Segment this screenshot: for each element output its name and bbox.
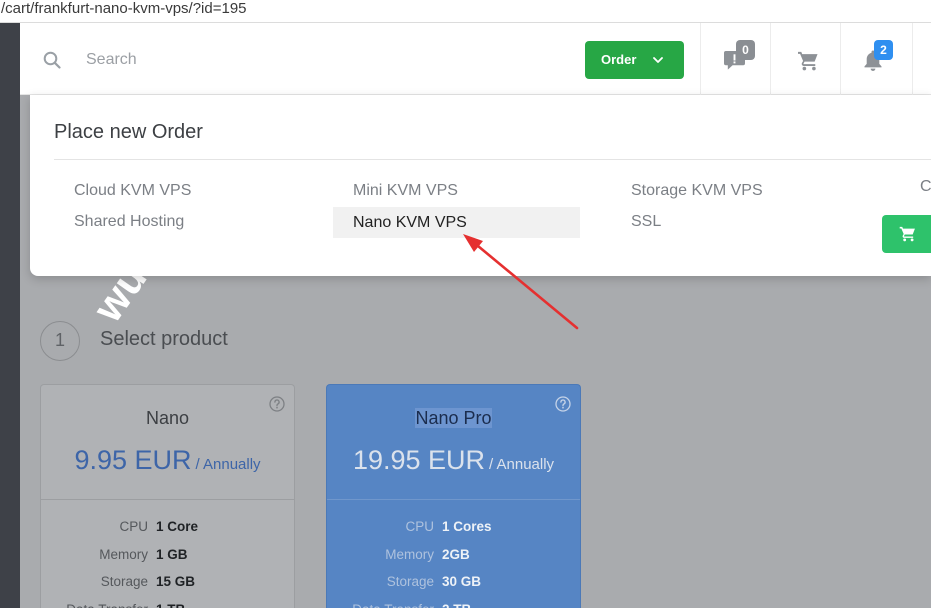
order-dropdown-menu: Place new Order Cloud KVM VPS Shared Hos…: [30, 95, 931, 276]
cart-icon: [899, 226, 915, 242]
menu-item-ssl[interactable]: SSL: [631, 213, 661, 231]
spec-row-cpu: CPU 1 Cores: [327, 518, 580, 536]
notifications-button[interactable]: 2: [840, 23, 912, 95]
spec-value: 2GB: [442, 547, 470, 562]
header-separator: [912, 23, 913, 95]
spec-label: CPU: [405, 519, 434, 534]
spec-value: 2 TB: [442, 601, 471, 608]
menu-item-cloud-kvm-vps[interactable]: Cloud KVM VPS: [74, 182, 191, 200]
messages-button[interactable]: 0: [700, 23, 770, 95]
cart-icon: [798, 51, 818, 71]
product-card-nano[interactable]: Nano 9.95 EUR / Annually CPU 1 Core Memo…: [40, 384, 295, 608]
address-url: /cart/frankfurt-nano-kvm-vps/?id=195: [1, 0, 247, 17]
order-button[interactable]: Order: [585, 41, 684, 79]
menu-item-storage-kvm-vps[interactable]: Storage KVM VPS: [631, 182, 763, 200]
order-button-label: Order: [601, 52, 637, 67]
messages-badge: 0: [736, 40, 755, 60]
screen: /cart/frankfurt-nano-kvm-vps/?id=195 Ord…: [0, 0, 931, 608]
top-header: Order 0: [20, 23, 931, 95]
spec-value: 1 TB: [156, 601, 185, 608]
spec-value: 1 GB: [156, 547, 188, 562]
spec-value: 30 GB: [442, 574, 482, 589]
card-divider: [327, 499, 580, 500]
spec-row-storage: Storage 15 GB: [41, 573, 294, 591]
spec-row-storage: Storage 30 GB: [327, 573, 580, 591]
step-number: 1: [40, 321, 80, 361]
spec-value: 1 Cores: [442, 519, 492, 534]
spec-label: CPU: [119, 519, 148, 534]
menu-item-mini-kvm-vps[interactable]: Mini KVM VPS: [353, 182, 458, 200]
cart-button[interactable]: [770, 23, 840, 95]
product-name-text: Nano Pro: [415, 408, 492, 428]
address-bar[interactable]: /cart/frankfurt-nano-kvm-vps/?id=195: [0, 0, 931, 23]
dropdown-title: Place new Order: [54, 121, 203, 143]
spec-row-memory: Memory 1 GB: [41, 546, 294, 564]
product-price: 19.95 EUR / Annually: [327, 443, 580, 477]
spec-row-data-transfer: Data Transfer 2 TB: [327, 601, 580, 608]
product-card-nano-pro[interactable]: Nano Pro 19.95 EUR / Annually CPU 1 Core…: [326, 384, 581, 608]
billing-cycle: / Annually: [489, 456, 555, 473]
spec-row-data-transfer: Data Transfer 1 TB: [41, 601, 294, 608]
spec-label: Memory: [385, 547, 434, 562]
spec-label: Data Transfer: [327, 601, 434, 608]
spec-row-cpu: CPU 1 Core: [41, 518, 294, 536]
menu-item-shared-hosting[interactable]: Shared Hosting: [74, 213, 184, 231]
spec-label: Data Transfer: [41, 601, 148, 608]
search-icon: [43, 51, 61, 69]
chevron-down-icon: [653, 56, 664, 64]
sidebar-rail: [0, 23, 20, 608]
menu-item-cut-off[interactable]: C: [920, 178, 931, 196]
notifications-badge: 2: [874, 40, 893, 60]
menu-item-nano-kvm-vps[interactable]: Nano KVM VPS: [333, 207, 580, 238]
search-input[interactable]: [86, 48, 386, 72]
card-divider: [41, 499, 294, 500]
product-name-text: Nano: [145, 408, 190, 428]
product-price: 9.95 EUR / Annually: [41, 443, 294, 477]
spec-value: 1 Core: [156, 519, 199, 534]
price-amount: 9.95 EUR: [74, 445, 192, 475]
spec-label: Memory: [99, 547, 148, 562]
spec-label: Storage: [100, 574, 148, 589]
spec-value: 15 GB: [156, 574, 196, 589]
product-name: Nano Pro: [327, 407, 580, 429]
spec-label: Storage: [386, 574, 434, 589]
product-name: Nano: [41, 407, 294, 429]
spec-row-memory: Memory 2GB: [327, 546, 580, 564]
price-amount: 19.95 EUR: [352, 445, 486, 475]
view-cart-button[interactable]: [882, 215, 931, 253]
dropdown-divider: [54, 159, 931, 160]
billing-cycle: / Annually: [195, 456, 261, 473]
